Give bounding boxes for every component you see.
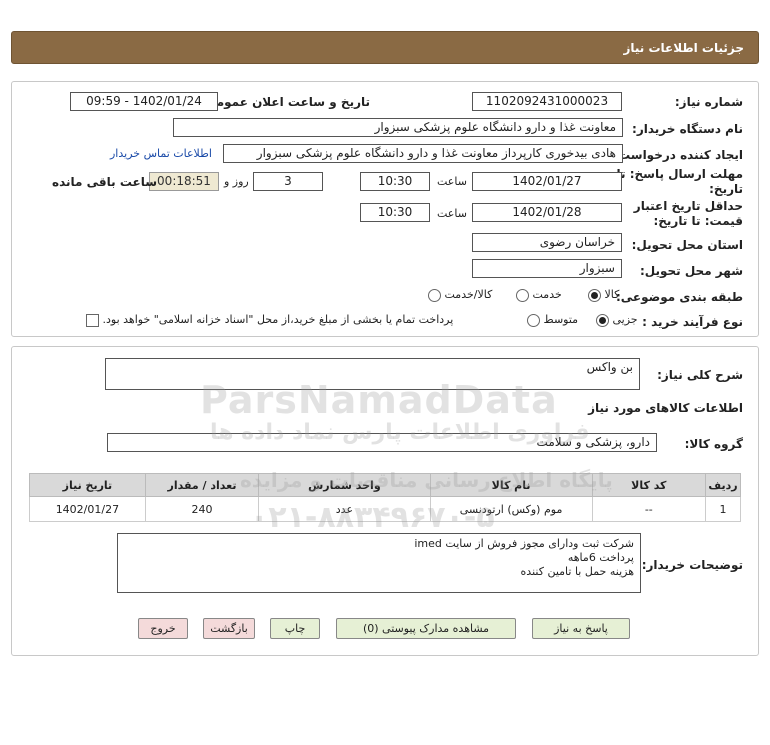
delivery-province-field: خراسان رضوی — [472, 233, 622, 252]
buyer-notes-line: پرداخت 6ماهه — [567, 551, 634, 564]
col-code: کد کالا — [591, 473, 707, 497]
price-validity-date-field: 1402/01/28 — [472, 203, 622, 222]
cell-date: 1402/01/27 — [29, 496, 146, 522]
summary-label: شرح کلی نیاز: — [657, 368, 743, 382]
goods-section-title: اطلاعات کالاهای مورد نیاز — [588, 401, 743, 415]
remaining-timer: 00:18:51 — [149, 172, 219, 191]
announce-field: 1402/01/24 - 09:59 — [70, 92, 218, 111]
cell-row: 1 — [705, 496, 741, 522]
category-radio-goods[interactable]: کالا — [588, 288, 619, 302]
reply-days-label: روز و — [224, 175, 249, 188]
reply-deadline-label: مهلت ارسال پاسخ: تا تاریخ: — [616, 167, 744, 196]
treasury-checkbox-row[interactable]: پرداخت تمام یا بخشی از مبلغ خرید،از محل … — [86, 313, 453, 327]
reply-time-label: ساعت — [437, 175, 467, 188]
reply-button[interactable]: پاسخ به نیاز — [532, 618, 630, 639]
process-type-label: نوع فرآیند خرید : — [642, 315, 743, 329]
col-row: ردیف — [705, 473, 741, 497]
requester-label: ایجاد کننده درخواست: — [613, 148, 743, 162]
remaining-label: ساعت باقی مانده — [52, 175, 158, 189]
radio-icon[interactable] — [516, 288, 529, 302]
reply-time-field: 10:30 — [360, 172, 430, 191]
summary-field: بن واکس — [105, 358, 640, 390]
buyer-contact-link[interactable]: اطلاعات تماس خریدار — [110, 147, 212, 160]
items-table: ردیف کد کالا نام کالا واحد شمارش تعداد /… — [29, 473, 741, 522]
radio-icon[interactable] — [527, 313, 540, 327]
page-title: جزئیات اطلاعات نیاز — [623, 41, 744, 55]
price-validity-time-field: 10:30 — [360, 203, 430, 222]
items-table-wrap: ردیف کد کالا نام کالا واحد شمارش تعداد /… — [29, 473, 741, 522]
goods-group-label: گروه کالا: — [684, 437, 743, 451]
exit-button[interactable]: خروج — [138, 618, 188, 639]
cell-code: -- — [591, 496, 707, 522]
delivery-city-field: سبزوار — [472, 259, 622, 278]
treasury-checkbox[interactable] — [86, 313, 99, 327]
need-number-label: شماره نیاز: — [674, 95, 743, 109]
buyer-org-label: نام دستگاه خریدار: — [632, 122, 743, 136]
print-button[interactable]: چاپ — [270, 618, 320, 639]
requester-field: هادی بیدخوری کارپرداز معاونت غذا و دارو … — [223, 144, 623, 163]
reply-days-field: 3 — [253, 172, 323, 191]
price-validity-label: حداقل تاریخ اعتبار قیمت: تا تاریخ: — [633, 199, 743, 228]
goods-group-field: دارو، پزشکی و سلامت — [107, 433, 657, 452]
radio-icon[interactable] — [428, 288, 441, 302]
back-button[interactable]: بازگشت — [203, 618, 255, 639]
delivery-province-label: استان محل تحویل: — [631, 238, 743, 252]
price-validity-time-label: ساعت — [437, 207, 467, 220]
cell-unit: عدد — [258, 496, 431, 522]
buyer-org-field: معاونت غذا و دارو دانشگاه علوم پزشکی سبز… — [173, 118, 623, 137]
category-radio-service[interactable]: خدمت — [516, 288, 562, 302]
buyer-notes-line: هزینه حمل با تامین کننده — [520, 565, 634, 578]
category-radio-goods-service[interactable]: کالا/خدمت — [428, 288, 492, 302]
table-row: 1 -- موم (وکس) ارتودنسی عدد 240 1402/01/… — [29, 496, 741, 522]
delivery-city-label: شهر محل تحویل: — [639, 264, 743, 278]
view-docs-button[interactable]: مشاهده مدارک پیوستی (0) — [336, 618, 516, 639]
process-radio-minor[interactable]: جزیی — [596, 313, 638, 327]
col-name: نام کالا — [429, 473, 593, 497]
process-radio-medium[interactable]: متوسط — [527, 313, 578, 327]
buyer-notes-label: توضیحات خریدار: — [641, 558, 743, 572]
radio-icon[interactable] — [596, 313, 609, 327]
reply-date-field: 1402/01/27 — [472, 172, 622, 191]
buyer-notes-line: شرکت ثبت ودارای مجوز فروش از سایت imed — [414, 537, 634, 550]
category-label: طبقه بندی موضوعی: — [615, 290, 743, 304]
announce-label: تاریخ و ساعت اعلان عمومی: — [199, 95, 370, 109]
cell-name: موم (وکس) ارتودنسی — [429, 496, 593, 522]
need-number-field: 1102092431000023 — [472, 92, 622, 111]
buyer-notes-box: شرکت ثبت ودارای مجوز فروش از سایت imed پ… — [117, 533, 641, 593]
col-unit: واحد شمارش — [258, 473, 431, 497]
col-qty: تعداد / مقدار — [144, 473, 260, 497]
radio-icon[interactable] — [588, 288, 601, 302]
table-header-row: ردیف کد کالا نام کالا واحد شمارش تعداد /… — [29, 473, 741, 497]
col-date: تاریخ نیاز — [29, 473, 146, 497]
page-header: جزئیات اطلاعات نیاز — [11, 31, 759, 64]
cell-qty: 240 — [144, 496, 260, 522]
